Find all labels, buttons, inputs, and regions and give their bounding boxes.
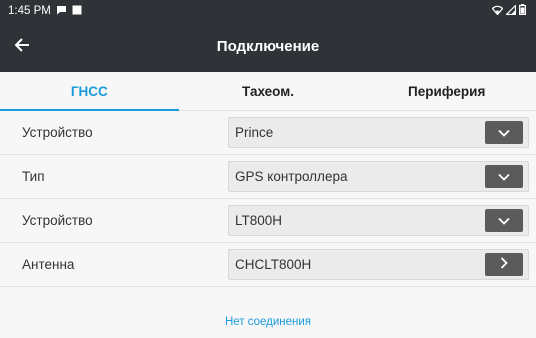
chat-notification-icon bbox=[56, 5, 67, 18]
row-antenna: Антенна CHCLT800H bbox=[0, 243, 536, 287]
row-device: Устройство Prince bbox=[0, 111, 536, 155]
row-label: Устройство bbox=[22, 125, 93, 140]
status-bar-right bbox=[491, 3, 527, 18]
square-notification-icon bbox=[72, 5, 82, 18]
antenna-select[interactable]: CHCLT800H bbox=[228, 249, 529, 280]
chevron-right-icon bbox=[500, 256, 508, 274]
chevron-down-icon bbox=[498, 124, 510, 142]
row-type: Тип GPS контроллера bbox=[0, 155, 536, 199]
row-label: Антенна bbox=[22, 257, 75, 272]
page-title: Подключение bbox=[216, 38, 320, 55]
dropdown-button[interactable] bbox=[485, 121, 523, 144]
field-value: Prince bbox=[235, 125, 274, 140]
type-select[interactable]: GPS контроллера bbox=[228, 161, 529, 192]
app-bar: Подключение bbox=[0, 22, 536, 72]
chevron-down-icon bbox=[498, 168, 510, 186]
field-value: GPS контроллера bbox=[235, 169, 348, 184]
tab-peripherals[interactable]: Периферия bbox=[357, 72, 536, 110]
signal-icon bbox=[505, 3, 517, 18]
status-bar: 1:45 PM bbox=[0, 0, 536, 22]
battery-icon bbox=[519, 4, 527, 18]
device-select[interactable]: Prince bbox=[228, 117, 529, 148]
field-value: LT800H bbox=[235, 213, 283, 228]
dropdown-button[interactable] bbox=[485, 165, 523, 188]
tab-total-station[interactable]: Тахеом. bbox=[179, 72, 358, 110]
row-label: Устройство bbox=[22, 213, 93, 228]
tab-bar: ГНСС Тахеом. Периферия bbox=[0, 72, 536, 111]
row-device-model: Устройство LT800H bbox=[0, 199, 536, 243]
dropdown-button[interactable] bbox=[485, 209, 523, 232]
row-label: Тип bbox=[22, 169, 45, 184]
wifi-icon bbox=[491, 5, 504, 18]
connection-status: Нет соединения bbox=[224, 316, 312, 328]
settings-list: Устройство Prince Тип GPS контроллера Ус… bbox=[0, 111, 536, 287]
chevron-down-icon bbox=[498, 212, 510, 230]
device-model-select[interactable]: LT800H bbox=[228, 205, 529, 236]
tab-gnss[interactable]: ГНСС bbox=[0, 72, 179, 111]
status-time: 1:45 PM bbox=[8, 5, 51, 17]
open-button[interactable] bbox=[485, 253, 523, 276]
field-value: CHCLT800H bbox=[235, 257, 312, 272]
status-bar-left: 1:45 PM bbox=[8, 5, 82, 18]
